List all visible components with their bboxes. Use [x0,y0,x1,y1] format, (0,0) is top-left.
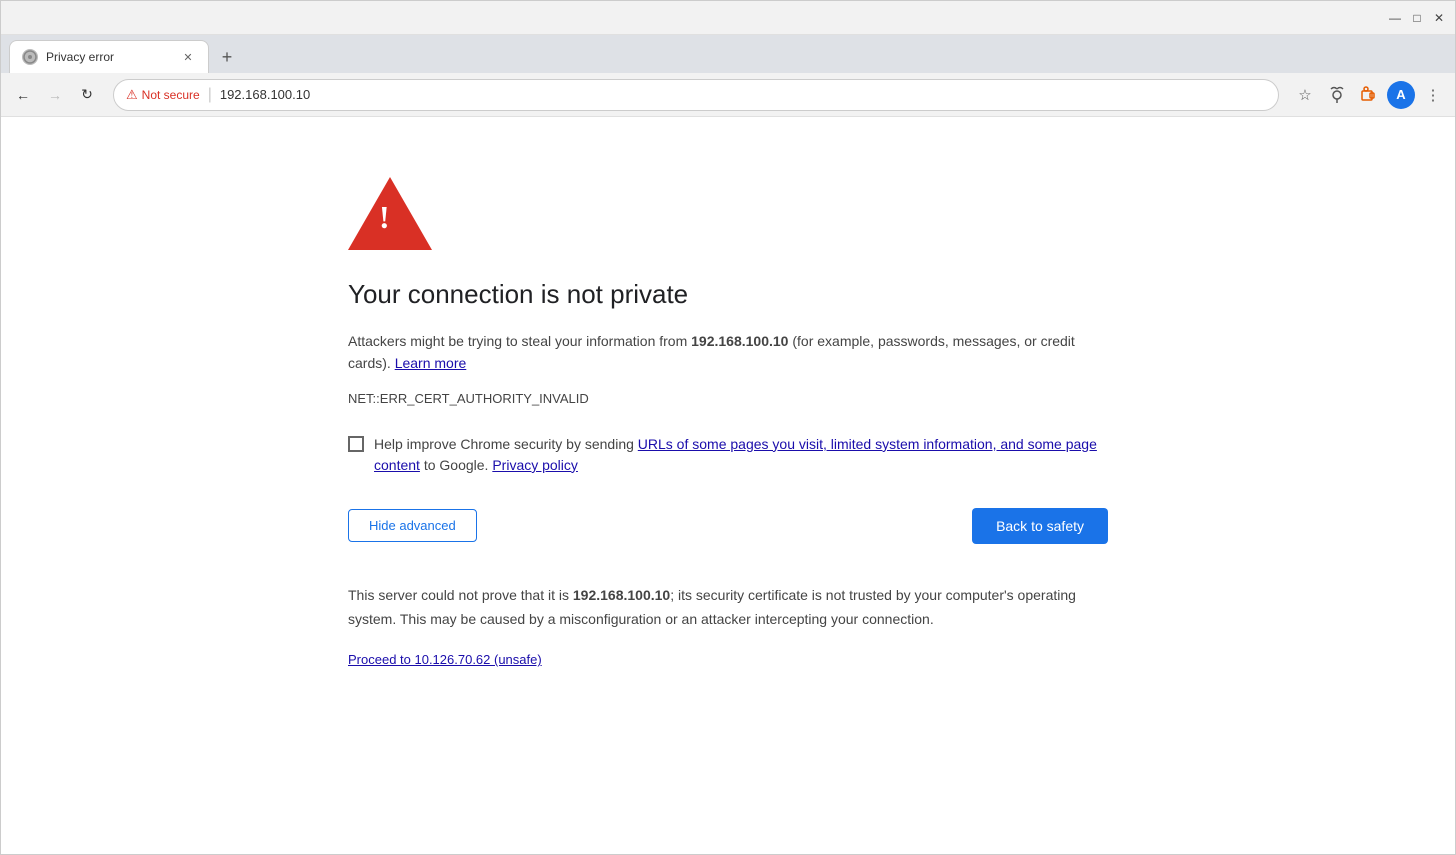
address-bar[interactable]: ⚠ Not secure | 192.168.100.10 [113,79,1279,111]
profile-avatar[interactable]: A [1387,81,1415,109]
back-button[interactable]: ← [9,81,37,109]
error-container: Your connection is not private Attackers… [348,177,1108,814]
checkbox-label: Help improve Chrome security by sending … [374,434,1108,476]
nav-bar: ← → ↻ ⚠ Not secure | 192.168.100.10 ☆ [1,73,1455,117]
bookmark-icon[interactable]: ☆ [1291,81,1319,109]
warning-triangle [348,177,432,250]
error-icon [348,177,1108,255]
proceed-link[interactable]: Proceed to 10.126.70.62 (unsafe) [348,652,542,667]
security-warning: ⚠ Not secure [126,87,200,103]
tab-title: Privacy error [46,50,172,64]
checkbox-section: Help improve Chrome security by sending … [348,434,1108,476]
back-to-safety-button[interactable]: Back to safety [972,508,1108,544]
spy-extension-icon[interactable] [1323,81,1351,109]
not-secure-label: Not secure [142,88,200,102]
warning-icon: ⚠ [126,87,138,103]
tab-close-button[interactable]: ✕ [180,49,196,65]
tab-bar: Privacy error ✕ + [1,35,1455,73]
extension-icon[interactable] [1355,81,1383,109]
menu-button[interactable]: ⋮ [1419,81,1447,109]
error-description: Attackers might be trying to steal your … [348,330,1108,375]
hide-advanced-button[interactable]: Hide advanced [348,509,477,542]
url-text: 192.168.100.10 [220,87,310,102]
error-code: NET::ERR_CERT_AUTHORITY_INVALID [348,391,1108,406]
window-controls: — □ ✕ [1387,10,1447,26]
page-content: Your connection is not private Attackers… [1,117,1455,854]
reload-button[interactable]: ↻ [73,81,101,109]
minimize-button[interactable]: — [1387,10,1403,26]
security-checkbox[interactable] [348,436,364,452]
new-tab-button[interactable]: + [213,43,241,71]
toolbar-icons: ☆ A ⋮ [1291,81,1447,109]
privacy-policy-link[interactable]: Privacy policy [492,457,578,473]
browser-window: — □ ✕ Privacy error ✕ + ← → ↻ [0,0,1456,855]
close-button[interactable]: ✕ [1431,10,1447,26]
title-bar: — □ ✕ [1,1,1455,35]
learn-more-link[interactable]: Learn more [395,355,467,371]
active-tab[interactable]: Privacy error ✕ [9,40,209,73]
maximize-button[interactable]: □ [1409,10,1425,26]
error-heading: Your connection is not private [348,279,1108,310]
address-separator: | [208,86,212,104]
server-description: This server could not prove that it is 1… [348,584,1108,632]
forward-button[interactable]: → [41,81,69,109]
button-row: Hide advanced Back to safety [348,508,1108,544]
tab-favicon [22,49,38,65]
